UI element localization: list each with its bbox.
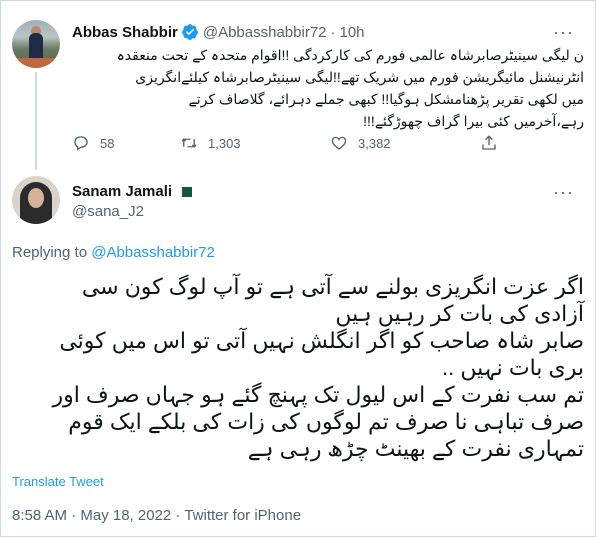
tweet-text-line: انٹرنیشنل مائیگریشن فورم میں شریک تھے!!ل…	[135, 69, 584, 85]
reply-tweet-text: اگر عزت انگریزی بولنے سے آتی ہے تو آپ لو…	[12, 273, 584, 462]
avatar-sanam-jamali[interactable]	[12, 176, 60, 224]
tweet-text-line: تم سب نفرت کے اس لیول تک پہنچ گئے ہو جہا…	[52, 382, 584, 407]
author-handle[interactable]: @Abbasshabbir72	[203, 24, 327, 41]
author-handle[interactable]: @sana_J2	[72, 203, 144, 220]
tweet-text-line: صابر شاہ صاحب کو اگر انگلش نہیں آتی تو ا…	[59, 328, 584, 353]
tweet-text-line: صرف تباہی نا صرف تم لوگوں کی زات کی بلکے…	[68, 409, 584, 434]
tweet-text-line: میں لکھی تقریر پڑھنامشکل ہوگیا!! کبھی جم…	[188, 91, 584, 107]
tweet-time[interactable]: 10h	[340, 24, 365, 41]
tweet-text-line: اگر عزت انگریزی بولنے سے آتی ہے تو آپ لو…	[81, 274, 584, 299]
parent-tweet-text: ن لیگی سینیٹرصابرشاہ عالمی فورم کی کارکر…	[72, 44, 584, 132]
share-button[interactable]	[480, 134, 498, 152]
like-button[interactable]: 3,382	[330, 134, 480, 152]
tweet-timestamp[interactable]: 8:58 AM · May 18, 2022 · Twitter for iPh…	[12, 507, 301, 524]
more-horizontal-icon[interactable]: ···	[553, 22, 574, 43]
tweet-text-line: رہے،آخرمیں کئی بیرا گراف چھوڑگئے!!!	[363, 113, 584, 129]
tweet-text-line: ن لیگی سینیٹرصابرشاہ عالمی فورم کی کارکر…	[116, 47, 584, 63]
replying-to: Replying to @Abbasshabbir72	[12, 244, 215, 261]
like-count: 3,382	[358, 135, 391, 151]
reply-button[interactable]: 58	[72, 134, 180, 152]
parent-tweet-header: Abbas Shabbir @Abbasshabbir72 · 10h	[72, 23, 365, 41]
more-horizontal-icon[interactable]: ···	[553, 182, 574, 203]
reply-tweet-header: Sanam Jamali	[72, 183, 193, 200]
replying-to-link[interactable]: @Abbasshabbir72	[91, 244, 215, 261]
replying-to-label: Replying to	[12, 244, 92, 261]
verified-badge-icon	[181, 24, 198, 40]
retweet-icon	[181, 138, 197, 148]
retweet-button[interactable]: 1,303	[180, 134, 330, 152]
author-name[interactable]: Abbas Shabbir	[72, 24, 178, 41]
tweet-text-line: آزادی کی بات کر رہیں ہیں	[335, 301, 584, 326]
author-name[interactable]: Sanam Jamali	[72, 183, 172, 200]
parent-tweet-actions: 58 1,303 3,382	[72, 134, 512, 152]
reply-count: 58	[100, 135, 115, 151]
heart-icon	[331, 136, 347, 150]
separator-dot: ·	[330, 23, 336, 41]
tweet-text-line: بری بات نہیں ..	[442, 355, 584, 380]
translate-tweet-link[interactable]: Translate Tweet	[12, 474, 104, 489]
share-icon	[482, 135, 496, 150]
avatar-abbas-shabbir[interactable]	[12, 20, 60, 68]
tweet-text-line: تمہاری نفرت کے بھینٹ چڑھ رہی ہے	[247, 436, 584, 461]
retweet-count: 1,303	[208, 135, 241, 151]
reply-icon	[74, 136, 88, 151]
pakistan-flag-icon	[178, 186, 193, 197]
thread-connector-line	[35, 72, 37, 170]
